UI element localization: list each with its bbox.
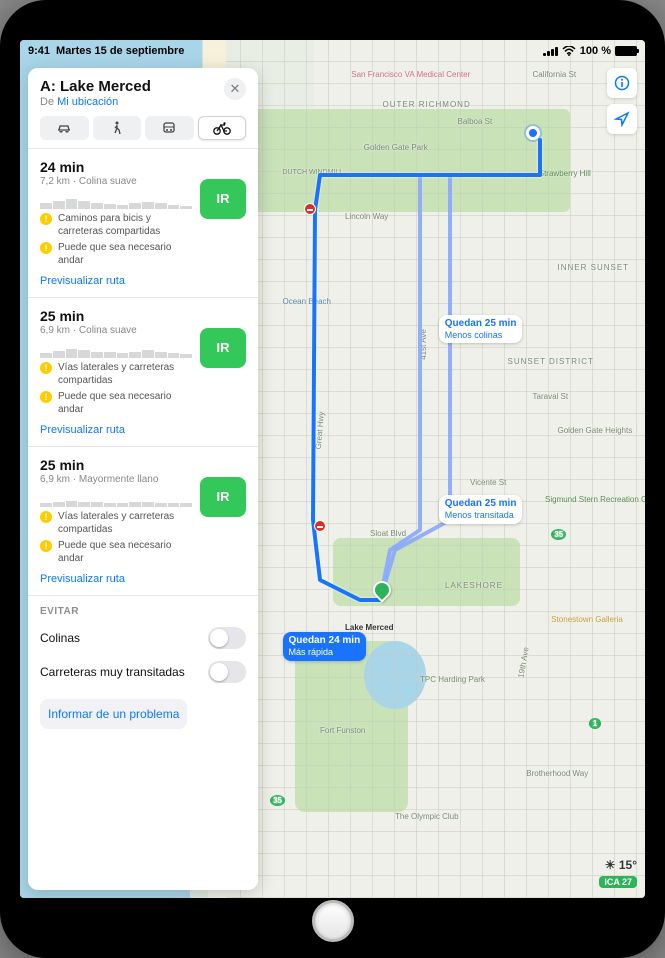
preview-route-button[interactable]: Previsualizar ruta bbox=[40, 271, 246, 287]
wifi-icon bbox=[562, 46, 576, 56]
elevation-profile-icon bbox=[40, 195, 192, 209]
weather-widget[interactable]: ☀︎ 15° ICA 27 bbox=[599, 858, 637, 890]
route-meta: 6,9 km · Mayormente llano bbox=[40, 474, 192, 485]
preview-route-button[interactable]: Previsualizar ruta bbox=[40, 569, 246, 585]
warning-icon: ! bbox=[40, 362, 52, 374]
avoid-hills-row: Colinas bbox=[28, 621, 258, 655]
mode-drive-button[interactable] bbox=[40, 116, 89, 140]
warning-icon: ! bbox=[40, 511, 52, 523]
toggle-label: Carreteras muy transitadas bbox=[40, 665, 185, 679]
elevation-profile-icon bbox=[40, 493, 192, 507]
warning-icon: ! bbox=[40, 391, 52, 403]
mode-walk-button[interactable] bbox=[93, 116, 142, 140]
route-advisory: !Puede que sea necesario andar bbox=[40, 391, 192, 416]
status-date: Martes 15 de septiembre bbox=[56, 45, 184, 57]
route-option[interactable]: 24 min 7,2 km · Colina suave IR !Caminos… bbox=[28, 148, 258, 297]
toggle-label: Colinas bbox=[40, 631, 80, 645]
status-bar: 9:41 Martes 15 de septiembre 100 % bbox=[20, 40, 645, 60]
warning-icon: ! bbox=[40, 242, 52, 254]
warning-icon: ! bbox=[40, 213, 52, 225]
mode-transit-button[interactable] bbox=[145, 116, 194, 140]
directions-card: A: Lake Merced De Mi ubicación ✕ bbox=[28, 68, 258, 890]
preview-route-button[interactable]: Previsualizar ruta bbox=[40, 420, 246, 436]
route-advisory: !Vías laterales y carreteras compartidas bbox=[40, 362, 192, 387]
cell-signal-icon bbox=[543, 47, 558, 56]
route-duration: 24 min bbox=[40, 159, 192, 175]
route-callout-primary[interactable]: Quedan 24 min Más rápida bbox=[283, 632, 367, 661]
route-option[interactable]: 25 min 6,9 km · Colina suave IR !Vías la… bbox=[28, 297, 258, 446]
close-button[interactable]: ✕ bbox=[224, 78, 246, 100]
aqi-badge: ICA 27 bbox=[599, 876, 637, 888]
screen: 9:41 Martes 15 de septiembre 100 % Golde… bbox=[20, 40, 645, 898]
route-callout-alt[interactable]: Quedan 25 min Menos transitada bbox=[439, 495, 523, 524]
locate-me-button[interactable] bbox=[607, 104, 637, 134]
map-info-button[interactable] bbox=[607, 68, 637, 98]
route-duration: 25 min bbox=[40, 457, 192, 473]
avoid-busy-roads-row: Carreteras muy transitadas bbox=[28, 655, 258, 689]
avoid-section-header: Evitar bbox=[28, 595, 258, 621]
battery-pct: 100 % bbox=[580, 45, 611, 57]
status-time: 9:41 bbox=[28, 45, 50, 57]
route-advisory: !Vías laterales y carreteras compartidas bbox=[40, 511, 192, 536]
battery-icon bbox=[615, 46, 637, 56]
report-problem-button[interactable]: Informar de un problema bbox=[40, 699, 187, 729]
route-meta: 7,2 km · Colina suave bbox=[40, 176, 192, 187]
mode-bike-button[interactable] bbox=[198, 116, 247, 140]
avoid-hills-toggle[interactable] bbox=[208, 627, 246, 649]
route-meta: 6,9 km · Colina suave bbox=[40, 325, 192, 336]
warning-icon: ! bbox=[40, 540, 52, 552]
avoid-busy-roads-toggle[interactable] bbox=[208, 661, 246, 683]
route-advisory: !Caminos para bicis y carreteras compart… bbox=[40, 213, 192, 238]
transport-mode-segment bbox=[40, 116, 246, 140]
go-button[interactable]: IR bbox=[200, 477, 246, 517]
route-option[interactable]: 25 min 6,9 km · Mayormente llano IR !Vía… bbox=[28, 446, 258, 595]
route-callout-alt[interactable]: Quedan 25 min Menos colinas bbox=[439, 315, 523, 344]
go-button[interactable]: IR bbox=[200, 179, 246, 219]
route-advisory: !Puede que sea necesario andar bbox=[40, 540, 192, 565]
elevation-profile-icon bbox=[40, 344, 192, 358]
route-list: 24 min 7,2 km · Colina suave IR !Caminos… bbox=[28, 148, 258, 890]
ipad-frame: 9:41 Martes 15 de septiembre 100 % Golde… bbox=[0, 0, 665, 958]
route-advisory: !Puede que sea necesario andar bbox=[40, 242, 192, 267]
route-duration: 25 min bbox=[40, 308, 192, 324]
home-button[interactable] bbox=[312, 900, 354, 942]
go-button[interactable]: IR bbox=[200, 328, 246, 368]
from-label: De Mi ubicación bbox=[40, 96, 151, 108]
current-location-dot bbox=[526, 126, 540, 140]
destination-title: A: Lake Merced bbox=[40, 78, 151, 95]
